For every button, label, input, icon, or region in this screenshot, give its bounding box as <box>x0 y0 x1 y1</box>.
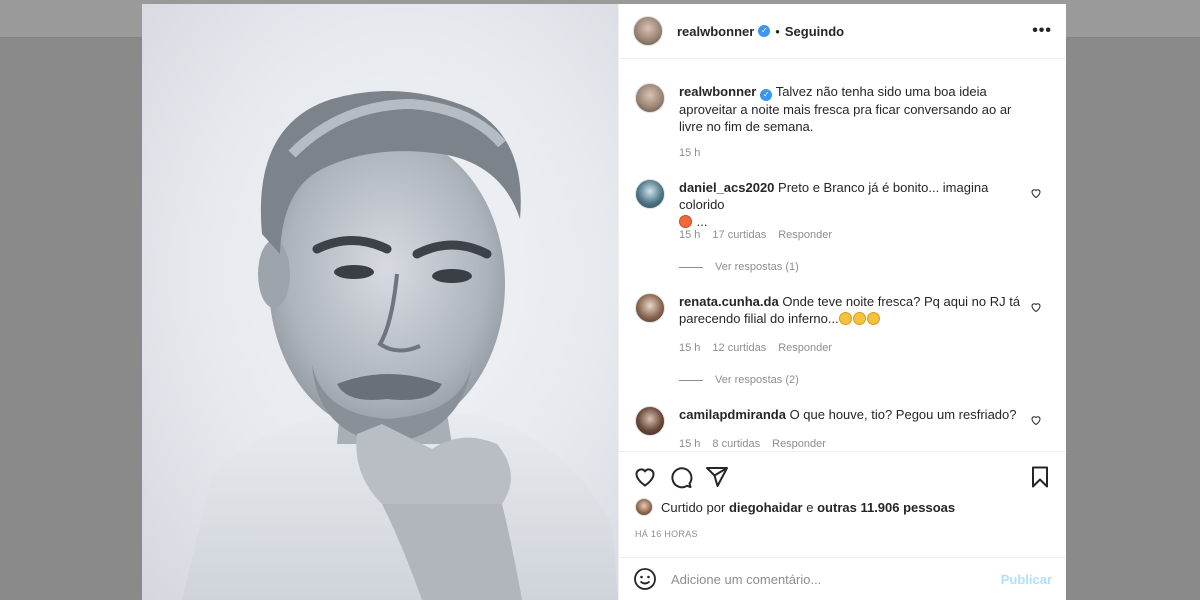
flushed-emoji-icon <box>838 312 852 325</box>
post-time-ago: HÁ 16 HORAS <box>635 529 698 539</box>
separator-dot: • <box>775 23 780 39</box>
likes-middle: e <box>806 499 814 515</box>
comment-username[interactable]: camilapdmiranda <box>679 407 786 422</box>
post-photo[interactable] <box>142 4 618 600</box>
post-actions-bar <box>619 451 1066 501</box>
comment-username[interactable]: renata.cunha.da <box>679 294 779 309</box>
smiley-icon[interactable] <box>633 567 657 591</box>
comment-icon[interactable] <box>669 465 693 489</box>
comment-time: 15 h <box>679 229 701 241</box>
portrait-image <box>182 91 618 600</box>
follow-status-button[interactable]: Seguindo <box>785 24 844 39</box>
comment-row: camilapdmiranda O que houve, tio? Pegou … <box>635 406 1050 436</box>
replies-divider <box>679 379 703 381</box>
comment-likes-count[interactable]: 12 curtidas <box>712 342 766 354</box>
liker-username[interactable]: diegohaidar <box>729 500 803 515</box>
flushed-emoji-icon <box>866 312 880 325</box>
comment-like-icon[interactable] <box>1030 301 1042 313</box>
caption-row: realwbonner ✓ Talvez não tenha sido uma b… <box>635 83 1050 135</box>
caption-time: 15 h <box>679 147 701 159</box>
comment-body: O que houve, tio? Pegou um resfriado? <box>789 407 1017 422</box>
publish-button[interactable]: Publicar <box>1001 572 1052 587</box>
flushed-emoji-icon <box>852 312 866 325</box>
comments-list[interactable]: realwbonner ✓ Talvez não tenha sido uma b… <box>619 59 1066 449</box>
heart-icon[interactable] <box>633 465 657 489</box>
likes-text: Curtido por diegohaidar e outras 11.906 … <box>661 500 955 515</box>
commenter-avatar[interactable] <box>635 406 665 436</box>
caption-text: realwbonner ✓ Talvez não tenha sido uma b… <box>679 83 1029 135</box>
verified-badge-icon: ✓ <box>758 25 771 37</box>
view-replies-button[interactable]: Ver respostas (2) <box>679 374 799 386</box>
liker-avatar[interactable] <box>635 498 653 516</box>
verified-badge-icon: ✓ <box>760 89 773 101</box>
caption-username[interactable]: realwbonner <box>679 84 756 99</box>
commenter-avatar[interactable] <box>635 179 665 209</box>
comment-time: 15 h <box>679 438 701 449</box>
comment-text: renata.cunha.da Onde teve noite fresca? … <box>679 293 1029 327</box>
comment-username[interactable]: daniel_acs2020 <box>679 180 774 195</box>
post-header: realwbonner ✓ • Seguindo ••• <box>619 4 1066 59</box>
comment-meta: 15 h 8 curtidas Responder <box>679 438 826 449</box>
post-modal: realwbonner ✓ • Seguindo ••• realwbonner… <box>142 4 1066 600</box>
comment-row: renata.cunha.da Onde teve noite fresca? … <box>635 293 1050 327</box>
author-username[interactable]: realwbonner <box>677 24 754 39</box>
commenter-avatar[interactable] <box>635 293 665 323</box>
bookmark-icon[interactable] <box>1028 465 1052 489</box>
comment-likes-count[interactable]: 8 curtidas <box>712 438 760 449</box>
reply-button[interactable]: Responder <box>778 342 832 354</box>
comment-text: camilapdmiranda O que houve, tio? Pegou … <box>679 406 1029 423</box>
comment-time: 15 h <box>679 342 701 354</box>
comment-meta: 15 h 12 curtidas Responder <box>679 342 832 354</box>
comment-like-icon[interactable] <box>1030 414 1042 426</box>
heart-eyes-emoji-icon <box>679 215 692 228</box>
comment-trailing: ... <box>696 214 708 229</box>
caption-avatar[interactable] <box>635 83 665 113</box>
view-replies-label: Ver respostas (1) <box>715 261 799 273</box>
likes-prefix: Curtido por <box>661 499 726 515</box>
view-replies-button[interactable]: Ver respostas (1) <box>679 261 799 273</box>
add-comment-bar: Publicar <box>619 557 1066 600</box>
likes-summary: Curtido por diegohaidar e outras 11.906 … <box>635 498 955 516</box>
share-icon[interactable] <box>705 465 729 489</box>
reply-button[interactable]: Responder <box>772 438 826 449</box>
caption-meta: 15 h <box>679 147 700 159</box>
comment-input[interactable] <box>671 571 971 587</box>
comment-like-icon[interactable] <box>1030 187 1042 199</box>
author-avatar[interactable] <box>633 16 663 46</box>
view-replies-label: Ver respostas (2) <box>715 374 799 386</box>
comment-likes-count[interactable]: 17 curtidas <box>712 229 766 241</box>
comment-meta: 15 h 17 curtidas Responder <box>679 229 832 241</box>
comment-row: daniel_acs2020 Preto e Branco já é bonit… <box>635 179 1050 230</box>
more-options-icon[interactable]: ••• <box>1032 22 1052 40</box>
likes-others-link[interactable]: outras 11.906 pessoas <box>817 500 955 515</box>
reply-button[interactable]: Responder <box>778 229 832 241</box>
replies-divider <box>679 266 703 268</box>
comment-text: daniel_acs2020 Preto e Branco já é bonit… <box>679 179 1029 230</box>
post-side-panel: realwbonner ✓ • Seguindo ••• realwbonner… <box>618 4 1066 600</box>
